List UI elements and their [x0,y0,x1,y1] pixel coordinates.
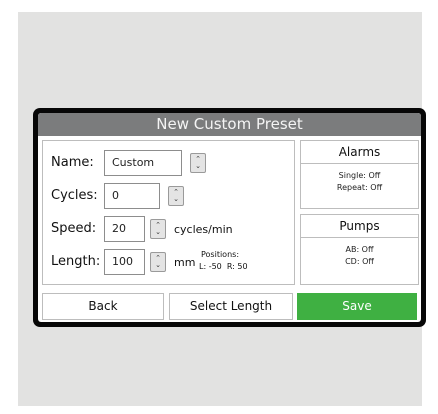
button-bar: Back Select Length Save [38,291,421,322]
alarm-single-status: Single: Off [338,171,381,180]
speed-label: Speed: [51,221,97,236]
cycles-label: Cycles: [51,188,98,203]
select-length-button[interactable]: Select Length [169,293,293,320]
length-spinner[interactable]: ⌃ ⌄ [150,252,166,272]
dialog-title: New Custom Preset [38,113,421,136]
save-button[interactable]: Save [297,293,417,320]
pump-cd-status: CD: Off [345,257,374,266]
pumps-title: Pumps [301,215,418,238]
speed-field[interactable]: 20 [104,216,145,242]
length-label: Length: [51,254,101,269]
pump-ab-status: AB: Off [345,245,374,254]
cycles-field[interactable]: 0 [104,183,160,209]
length-field[interactable]: 100 [104,249,145,275]
device-bezel: New Custom Preset Name: Custom ⌃ ⌄ Cycle… [33,108,426,327]
pumps-status: AB: Off CD: Off [301,238,418,268]
pumps-panel[interactable]: Pumps AB: Off CD: Off [300,214,419,285]
name-label: Name: [51,155,94,170]
name-field[interactable]: Custom [104,150,182,176]
speed-spinner[interactable]: ⌃ ⌄ [150,219,166,239]
alarms-title: Alarms [301,141,418,164]
alarms-panel[interactable]: Alarms Single: Off Repeat: Off [300,140,419,209]
chevron-down-icon[interactable]: ⌄ [173,196,179,203]
name-spinner[interactable]: ⌃ ⌄ [190,153,206,173]
alarm-repeat-status: Repeat: Off [336,183,383,192]
chevron-down-icon[interactable]: ⌄ [155,229,161,236]
chevron-down-icon[interactable]: ⌄ [195,163,201,170]
cycles-spinner[interactable]: ⌃ ⌄ [168,186,184,206]
length-unit: mm [174,256,196,269]
touch-screen: New Custom Preset Name: Custom ⌃ ⌄ Cycle… [38,113,421,322]
preset-form-panel: Name: Custom ⌃ ⌄ Cycles: 0 ⌃ ⌄ Speed: 20… [42,140,295,285]
chevron-down-icon[interactable]: ⌄ [155,262,161,269]
positions-values: L: -50 R: 50 [199,262,248,271]
positions-readout: Positions: L: -50 R: 50 [199,249,248,273]
positions-title: Positions: [201,250,240,259]
dialog-content: Name: Custom ⌃ ⌄ Cycles: 0 ⌃ ⌄ Speed: 20… [42,140,419,287]
alarms-status: Single: Off Repeat: Off [301,164,418,194]
speed-unit: cycles/min [174,223,233,236]
back-button[interactable]: Back [42,293,164,320]
